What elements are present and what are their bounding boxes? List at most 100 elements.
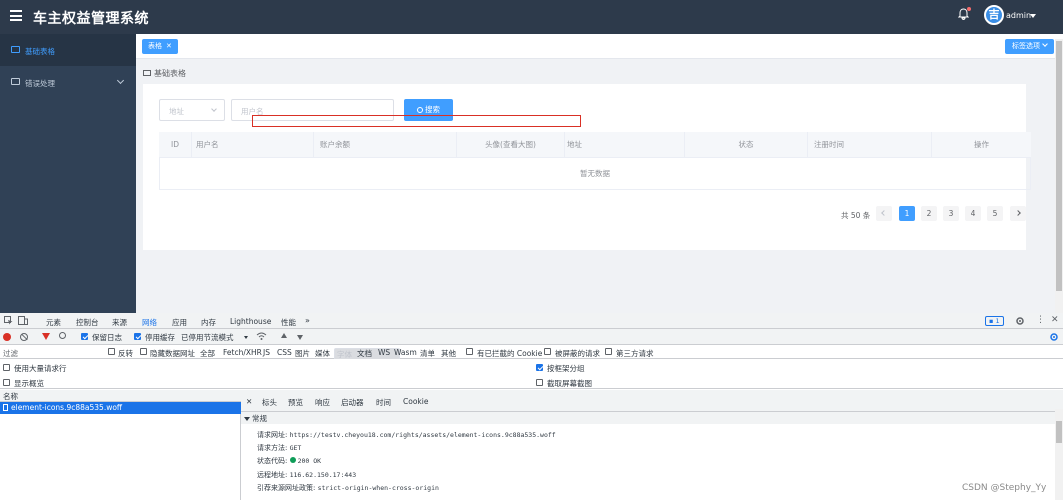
folder-icon <box>11 46 20 53</box>
issues-badge[interactable]: ▪ 1 <box>985 316 1004 326</box>
page-button[interactable]: 4 <box>965 206 981 221</box>
page-button[interactable]: 2 <box>921 206 937 221</box>
throttle-select[interactable]: 已停用节流模式 <box>181 332 234 343</box>
next-page-button[interactable] <box>1010 206 1026 221</box>
tab-initiator[interactable]: 启动器 <box>341 397 364 408</box>
filter-type-css[interactable]: CSS <box>277 348 292 357</box>
filter-type-img[interactable]: 图片 <box>295 348 310 359</box>
name-column-header[interactable]: 名称 <box>0 390 241 402</box>
tab-network[interactable]: 网络 <box>139 317 160 332</box>
status-code-value: 200 OK <box>297 457 322 465</box>
tab-sources[interactable]: 来源 <box>112 317 127 328</box>
details-scrollbar[interactable] <box>1055 409 1063 500</box>
filter-type-media[interactable]: 媒体 <box>315 348 330 359</box>
network-settings-icon[interactable] <box>1049 332 1059 344</box>
watermark: CSDN @Stephy_Yy <box>962 483 1047 493</box>
blocked-cookies-checkbox[interactable] <box>466 348 473 355</box>
filter-type-ws[interactable]: WS <box>378 348 390 357</box>
request-row[interactable]: element-icons.9c88a535.woff <box>0 402 241 414</box>
overview-checkbox[interactable] <box>3 379 10 386</box>
tab-cookies[interactable]: Cookie <box>403 397 428 406</box>
tab-headers[interactable]: 标头 <box>259 397 280 416</box>
close-icon[interactable]: ✕ <box>1051 315 1059 325</box>
breadcrumb-label: 基础表格 <box>154 69 186 78</box>
tab-preview[interactable]: 预览 <box>288 397 303 408</box>
filter-type-all[interactable]: 全部 <box>200 348 215 359</box>
preserve-log-checkbox[interactable] <box>81 333 88 340</box>
folder-icon <box>143 70 151 76</box>
status-code-row: 状态代码: 200 OK <box>257 456 321 466</box>
active-tag[interactable]: 表格 ✕ <box>142 39 178 54</box>
clear-icon[interactable] <box>20 333 28 341</box>
page-scrollbar[interactable] <box>1055 39 1063 313</box>
sidebar-item-error-handling[interactable]: 错误处理 <box>0 66 136 98</box>
app-title: 车主权益管理系统 <box>33 11 149 27</box>
page-button[interactable]: 1 <box>899 206 915 221</box>
group-by-frame-checkbox[interactable] <box>536 364 543 371</box>
avatar[interactable]: 吉 <box>984 5 1004 25</box>
device-toolbar-icon[interactable] <box>18 316 28 327</box>
scrollbar-thumb[interactable] <box>1056 421 1062 443</box>
gear-icon[interactable] <box>1015 316 1025 328</box>
table-header: ID 用户名 账户余额 头像(查看大图) 地址 状态 注册时间 操作 <box>159 132 1031 158</box>
scrollbar-thumb[interactable] <box>1056 41 1062 291</box>
request-method-value: GET <box>289 444 302 452</box>
tab-timing[interactable]: 时间 <box>376 397 391 408</box>
blocked-requests-checkbox[interactable] <box>544 348 551 355</box>
third-party-checkbox[interactable] <box>605 348 612 355</box>
tab-memory[interactable]: 内存 <box>201 317 216 328</box>
wifi-icon[interactable] <box>256 332 267 342</box>
search-icon <box>417 107 423 113</box>
tag-options-button[interactable]: 标签选项 <box>1005 39 1054 54</box>
tab-application[interactable]: 应用 <box>172 317 187 328</box>
filter-type-js[interactable]: JS <box>263 348 270 357</box>
prev-page-button[interactable] <box>876 206 892 221</box>
caret-down-icon[interactable] <box>1030 14 1036 18</box>
page-button[interactable]: 3 <box>943 206 959 221</box>
filter-input[interactable]: 过滤 <box>3 348 18 359</box>
filter-type-xhr[interactable]: Fetch/XHR <box>223 348 262 357</box>
tab-response[interactable]: 响应 <box>315 397 330 408</box>
export-icon[interactable] <box>297 335 303 340</box>
filter-type-wasm[interactable]: Wasm <box>394 348 417 357</box>
close-icon[interactable]: ✕ <box>246 397 252 406</box>
more-tabs-icon[interactable]: » <box>305 316 310 325</box>
screenshots-checkbox[interactable] <box>536 379 543 386</box>
search-icon[interactable] <box>59 332 66 339</box>
filter-type-doc[interactable]: 文档 <box>357 348 372 359</box>
disable-cache-checkbox[interactable] <box>134 333 141 340</box>
hide-data-urls-checkbox[interactable] <box>140 348 147 355</box>
more-options-icon[interactable]: ⋮ <box>1036 315 1045 325</box>
hamburger-icon[interactable] <box>10 10 22 22</box>
third-party-label: 第三方请求 <box>616 349 654 358</box>
bell-icon[interactable] <box>957 7 971 21</box>
import-icon[interactable] <box>281 333 287 338</box>
large-rows-checkbox[interactable] <box>3 364 10 371</box>
tab-performance[interactable]: 性能 <box>281 317 296 328</box>
sidebar-item-basic-table[interactable]: 基础表格 <box>0 34 136 66</box>
username[interactable]: admin <box>1006 11 1031 20</box>
close-icon[interactable]: ✕ <box>166 42 172 50</box>
remote-address-value: 116.62.150.17:443 <box>289 471 357 479</box>
search-button-label: 搜索 <box>425 105 440 114</box>
tab-lighthouse[interactable]: Lighthouse <box>230 317 271 326</box>
invert-checkbox[interactable] <box>108 348 115 355</box>
folder-icon <box>11 78 20 85</box>
filter-icon[interactable] <box>42 333 50 340</box>
request-method-row: 请求方法: GET <box>257 443 301 453</box>
filter-type-other[interactable]: 其他 <box>441 348 456 359</box>
remote-address-label: 远程地址: <box>257 471 288 479</box>
triangle-down-icon <box>244 417 250 421</box>
page-button[interactable]: 5 <box>987 206 1003 221</box>
tab-elements[interactable]: 元素 <box>46 317 61 328</box>
record-icon[interactable] <box>3 333 11 341</box>
inspect-icon[interactable] <box>4 316 13 327</box>
referrer-policy-label: 引荐来源网址政策: <box>257 484 316 492</box>
tag-options-label: 标签选项 <box>1012 42 1040 50</box>
tab-console[interactable]: 控制台 <box>76 317 99 328</box>
filter-type-manifest[interactable]: 清单 <box>420 348 435 359</box>
chevron-down-icon <box>211 106 217 112</box>
general-section-header[interactable]: 常规 <box>241 412 1055 424</box>
referrer-policy-row: 引荐来源网址政策: strict-origin-when-cross-origi… <box>257 483 439 493</box>
address-select[interactable]: 地址 <box>159 99 225 121</box>
